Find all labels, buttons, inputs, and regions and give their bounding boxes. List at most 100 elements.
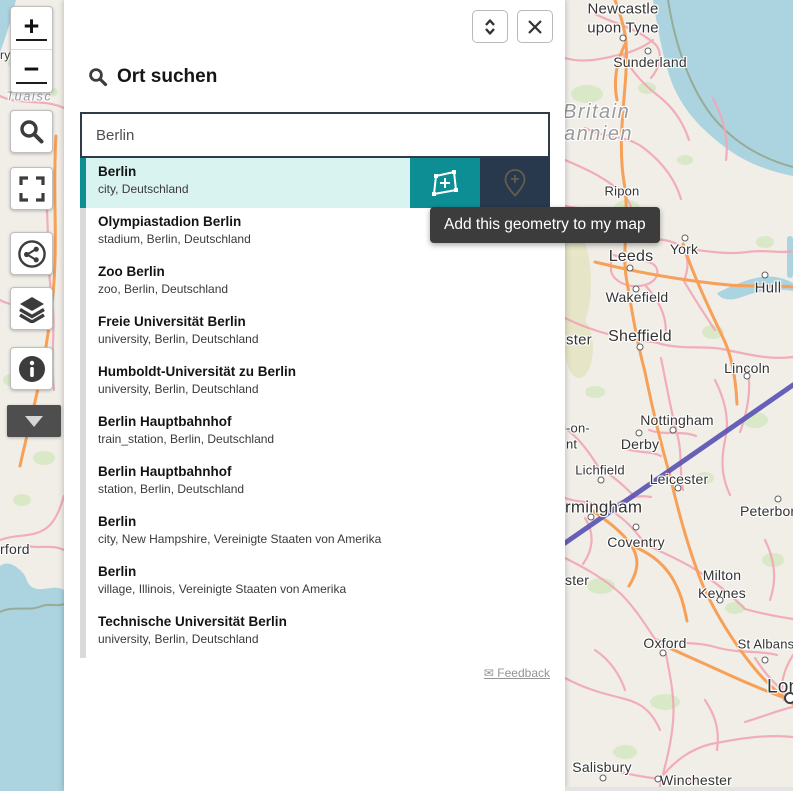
map-city-marker (637, 344, 644, 351)
result-row[interactable]: Berlin Hauptbahnhof station, Berlin, Deu… (80, 458, 550, 508)
search-icon (88, 67, 108, 87)
map-city-marker (717, 597, 724, 604)
map-label: ster (565, 573, 589, 587)
result-row[interactable]: Freie Universität Berlin university, Ber… (80, 308, 550, 358)
map-label: ry (0, 49, 10, 61)
map-city-marker (682, 235, 689, 242)
dialog-title: Ort suchen (117, 66, 217, 88)
resize-panel-button[interactable] (472, 10, 508, 43)
map-bottom-edge (565, 787, 793, 791)
chevron-down-icon (25, 416, 43, 436)
result-title: Berlin Hauptbahnhof (98, 463, 550, 481)
fullscreen-icon (19, 176, 45, 202)
result-title: Berlin (98, 513, 550, 531)
result-row[interactable]: Technische Universität Berlin university… (80, 608, 550, 658)
dialog-header: Ort suchen (88, 66, 217, 88)
result-subtitle: station, Berlin, Deutschland (98, 481, 550, 497)
result-row[interactable]: Berlin village, Illinois, Vereinigte Sta… (80, 558, 550, 608)
envelope-icon: ✉ (484, 666, 494, 680)
result-row[interactable]: Zoo Berlin zoo, Berlin, Deutschland (80, 258, 550, 308)
result-title: Technische Universität Berlin (98, 613, 550, 631)
map-city-marker (620, 35, 627, 42)
share-icon (17, 239, 47, 269)
map-label: rmingham (565, 499, 642, 516)
map-city-marker (645, 48, 652, 55)
result-row[interactable]: Berlin city, Deutschland (80, 158, 550, 208)
map-label: Nottingham (640, 413, 714, 427)
map-label: York (670, 242, 698, 256)
map-label: Leeds (609, 249, 654, 265)
map-label: Coventry (607, 535, 665, 549)
map-label: Peterborough (740, 504, 793, 518)
result-title: Zoo Berlin (98, 263, 550, 281)
map-label: Britain (565, 102, 630, 122)
result-subtitle: university, Berlin, Deutschland (98, 381, 550, 397)
map-label: ster (566, 333, 592, 348)
map-right[interactable]: Newcastle upon Tyne Sunderland Britainannie… (565, 0, 793, 791)
map-city-marker (655, 776, 662, 783)
close-button[interactable] (517, 10, 553, 43)
zoom-out-button[interactable]: − (11, 49, 52, 92)
search-dialog: Ort suchen Berlin city, Deutschland (64, 0, 565, 791)
map-city-marker (633, 286, 640, 293)
result-subtitle: train_station, Berlin, Deutschland (98, 431, 550, 447)
collapse-panel-button[interactable] (7, 405, 61, 437)
result-row[interactable]: Berlin Hauptbahnhof train_station, Berli… (80, 408, 550, 458)
map-city-marker (600, 775, 607, 782)
result-actions (410, 158, 550, 208)
map-label: Winchester (660, 773, 732, 787)
result-title: Berlin Hauptbahnhof (98, 413, 550, 431)
map-label: nt (566, 438, 577, 451)
result-title: Humboldt-Universität zu Berlin (98, 363, 550, 381)
map-city-marker (598, 477, 605, 484)
info-icon (18, 355, 46, 383)
add-marker-button[interactable] (480, 158, 550, 208)
zoom-control: + − (10, 6, 53, 93)
minus-icon: − (24, 58, 40, 80)
info-button[interactable] (10, 347, 53, 390)
zoom-out-underline (16, 82, 47, 85)
map-city-marker (670, 427, 677, 434)
zoom-in-button[interactable]: + (11, 7, 52, 49)
map-city-marker (588, 514, 595, 521)
result-row[interactable]: Berlin city, New Hampshire, Vereinigte S… (80, 508, 550, 558)
layers-icon (18, 295, 46, 323)
map-label: Ripon (605, 185, 640, 198)
map-capital-marker (784, 692, 793, 704)
fullscreen-button[interactable] (10, 167, 53, 210)
map-label: Sunderland (613, 55, 687, 69)
map-label: Newcastle (588, 2, 659, 17)
feedback-label: Feedback (497, 666, 550, 680)
map-label: Lichfield (575, 464, 625, 477)
search-icon (18, 118, 45, 145)
map-city-marker (762, 272, 769, 279)
map-city-marker (633, 524, 640, 531)
share-button[interactable] (10, 232, 53, 275)
result-row[interactable]: Humboldt-Universität zu Berlin universit… (80, 358, 550, 408)
map-label: Milton (703, 568, 742, 582)
map-city-marker (762, 657, 769, 664)
map-label: Derby (621, 437, 659, 451)
result-subtitle: village, Illinois, Vereinigte Staaten vo… (98, 581, 550, 597)
result-title: Berlin (98, 563, 550, 581)
feedback-link[interactable]: ✉ Feedback (80, 666, 550, 680)
map-label: annien (565, 124, 633, 144)
layers-button[interactable] (10, 287, 53, 330)
resize-vertical-icon (481, 17, 499, 37)
search-button[interactable] (10, 110, 53, 153)
add-marker-icon (502, 167, 528, 199)
result-subtitle: university, Berlin, Deutschland (98, 631, 550, 647)
add-geometry-button[interactable] (410, 158, 480, 208)
result-subtitle: city, New Hampshire, Vereinigte Staaten … (98, 531, 550, 547)
zoom-in-underline (16, 39, 47, 42)
search-input[interactable] (80, 112, 550, 158)
map-city-marker (660, 650, 667, 657)
map-label: upon Tyne (587, 21, 659, 36)
plus-icon: + (24, 15, 40, 37)
result-title: Freie Universität Berlin (98, 313, 550, 331)
map-label: St Albans (738, 638, 793, 651)
map-label: Oxford (643, 636, 686, 650)
map-label: -on- (566, 422, 590, 435)
map-city-marker (775, 496, 782, 503)
map-city-marker (675, 485, 682, 492)
